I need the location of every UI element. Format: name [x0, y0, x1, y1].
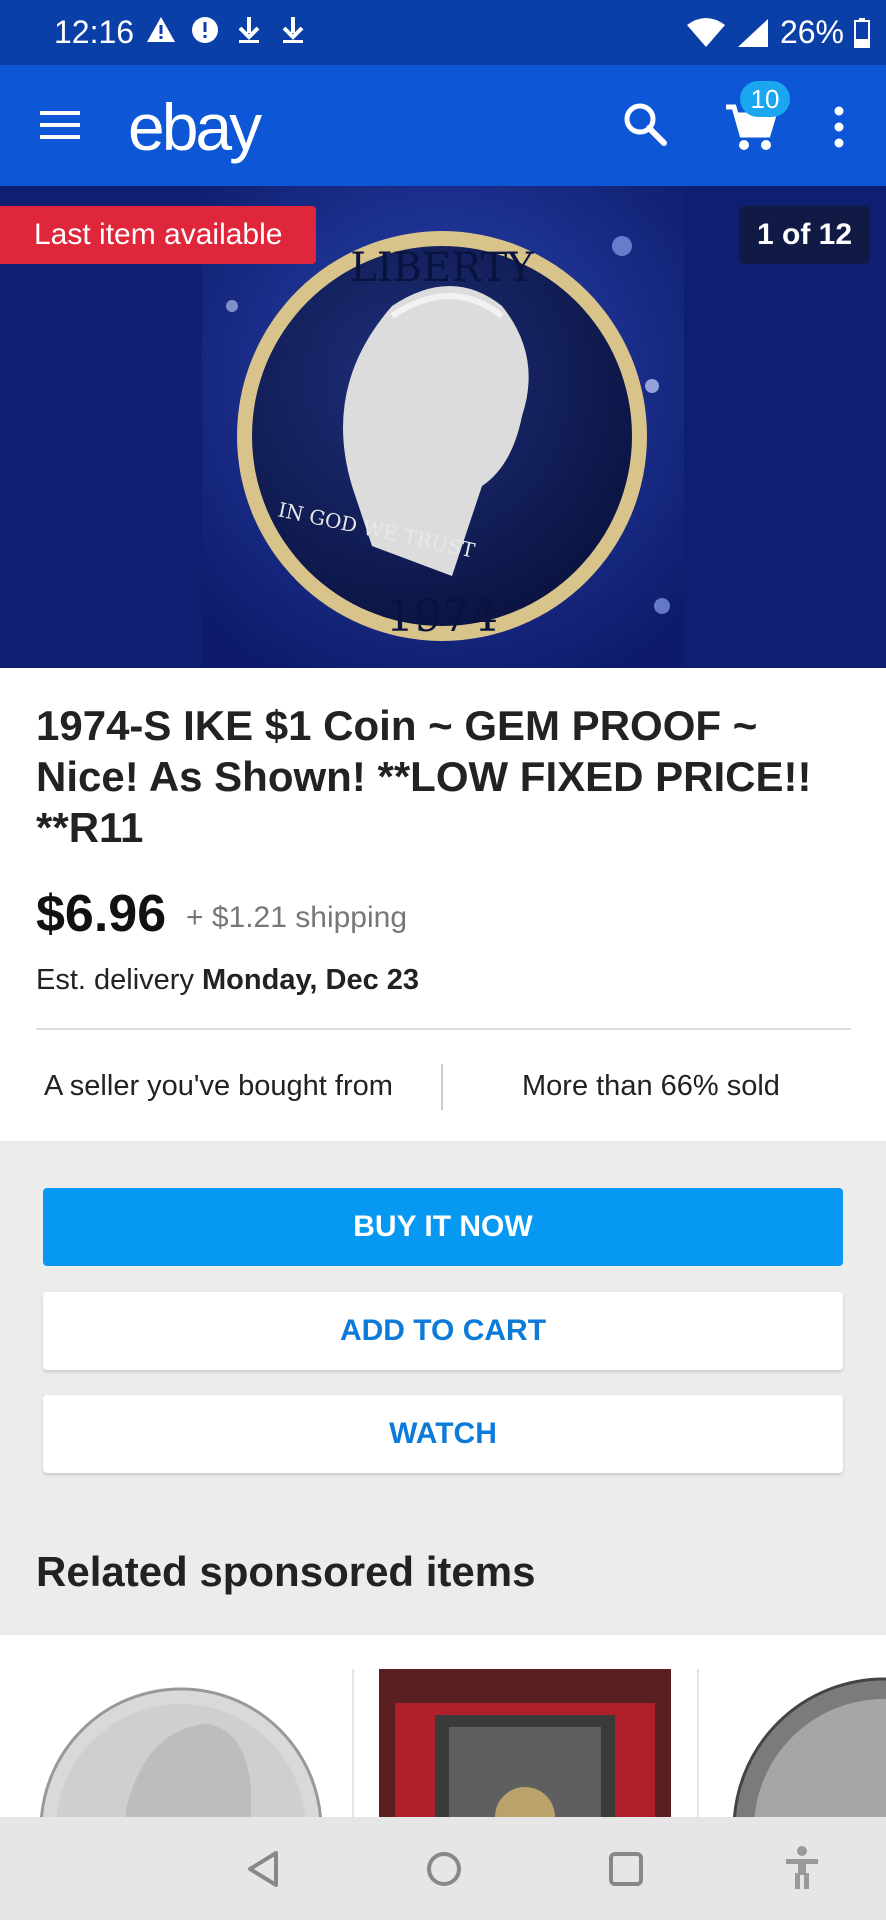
delivery-date: Monday, Dec 23 — [202, 964, 420, 996]
signal-icon — [737, 18, 768, 47]
related-item-image[interactable] — [724, 1669, 886, 1817]
item-price: $6.96 — [36, 885, 167, 943]
last-item-banner: Last item available — [0, 206, 316, 264]
add-to-cart-button[interactable]: ADD TO CART — [43, 1292, 843, 1370]
badge-separator — [441, 1064, 443, 1110]
related-item-image[interactable] — [36, 1669, 326, 1817]
delivery-label: Est. delivery — [36, 964, 194, 996]
search-icon[interactable] — [620, 99, 670, 149]
cart-count-badge: 10 — [740, 81, 790, 117]
item-details: 1974-S IKE $1 Coin ~ GEM PROOF ~ Nice! A… — [0, 668, 886, 1141]
app-bar: ebay 10 — [0, 65, 886, 186]
warning-icon — [147, 17, 175, 42]
related-items-carousel[interactable] — [0, 1635, 886, 1817]
wifi-icon — [686, 17, 725, 47]
coin-year-text: 1974 — [386, 591, 498, 642]
download-icon — [282, 17, 304, 43]
system-nav-bar — [0, 1817, 886, 1920]
back-icon[interactable] — [244, 1849, 284, 1889]
ebay-logo[interactable]: ebay — [128, 89, 262, 165]
status-bar: 12:16 26% — [0, 0, 886, 65]
recents-icon[interactable] — [606, 1849, 646, 1889]
ebay-item-page: 12:16 26% ebay 10 LIBERTY IN GOD WE TRUS… — [0, 0, 886, 1920]
download-icon — [238, 17, 260, 43]
watch-button[interactable]: WATCH — [43, 1395, 843, 1473]
status-time: 12:16 — [54, 14, 135, 50]
estimated-delivery: Est. delivery Monday, Dec 23 — [36, 964, 419, 997]
item-image-carousel[interactable]: LIBERTY IN GOD WE TRUST 1974 Last item a… — [0, 186, 886, 668]
related-item-image[interactable] — [379, 1669, 671, 1817]
coin-liberty-text: LIBERTY — [350, 245, 534, 291]
related-separator — [352, 1669, 354, 1817]
sold-percent-badge: More than 66% sold — [522, 1070, 780, 1102]
seller-history-badge: A seller you've bought from — [44, 1070, 393, 1102]
more-vert-icon[interactable] — [824, 105, 854, 149]
related-separator — [697, 1669, 699, 1817]
battery-icon — [854, 17, 870, 48]
menu-icon[interactable] — [38, 105, 82, 145]
buy-it-now-button[interactable]: BUY IT NOW — [43, 1188, 843, 1266]
accessibility-icon[interactable] — [782, 1845, 822, 1891]
alert-icon — [192, 17, 218, 43]
image-counter: 1 of 12 — [739, 206, 870, 264]
battery-percent: 26% — [779, 14, 844, 50]
divider — [36, 1028, 851, 1030]
item-title: 1974-S IKE $1 Coin ~ GEM PROOF ~ Nice! A… — [36, 702, 812, 851]
related-items-heading: Related sponsored items — [36, 1548, 536, 1595]
system-icons: 26% — [686, 14, 870, 51]
shipping-cost: + $1.21 shipping — [186, 901, 408, 934]
notification-icons — [146, 15, 308, 45]
home-icon[interactable] — [424, 1849, 464, 1889]
